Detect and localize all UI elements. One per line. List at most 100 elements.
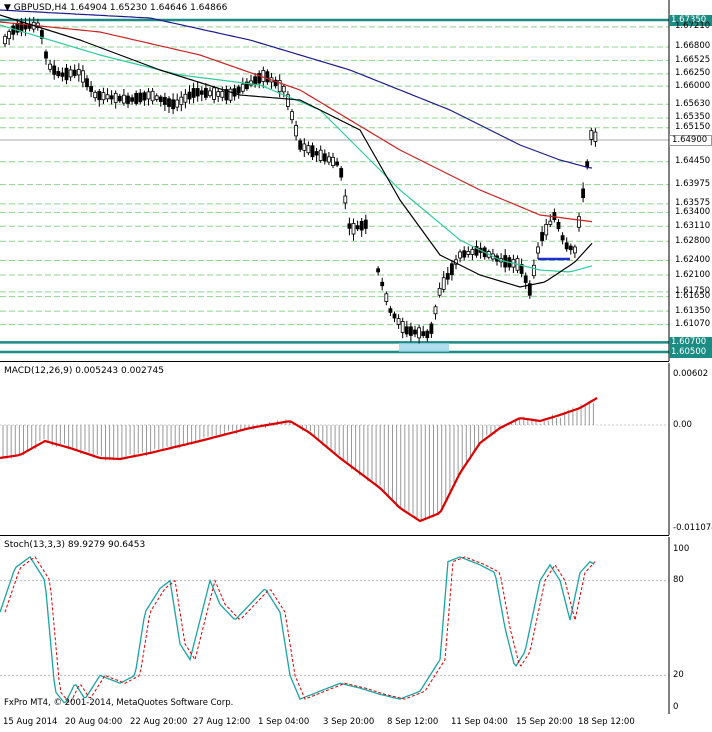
candle-body (339, 168, 344, 178)
candle-body (72, 69, 77, 76)
macd-signal-line (0, 397, 598, 523)
stochastic-canvas[interactable] (0, 537, 712, 714)
candle-body (7, 31, 11, 39)
candle-body (109, 95, 114, 100)
candle-body (322, 153, 327, 162)
candle-body (265, 71, 270, 83)
candle-body (150, 90, 155, 102)
candle-body (48, 63, 52, 70)
stochastic-label: Stoch(13,3,3) 89.9279 90.6453 (4, 540, 146, 550)
candle-body (359, 221, 364, 231)
macd-canvas[interactable] (0, 363, 712, 535)
price-tick-label: 1.63110 (675, 220, 711, 231)
candle-body (158, 96, 163, 103)
time-tick-label: 1 Sep 04:00 (258, 717, 310, 727)
candle-body (564, 242, 569, 250)
price-chart-pane[interactable]: ▼ GBPUSD,H4 1.64904 1.65230 1.64646 1.64… (0, 0, 712, 361)
price-tick-label: 1.62400 (675, 255, 711, 266)
candle-body (335, 161, 340, 166)
candle-body (417, 327, 422, 339)
pane-separator[interactable] (0, 535, 669, 536)
candle-body (400, 321, 405, 333)
candle-body (294, 125, 299, 137)
moving-average-green (0, 24, 593, 273)
price-tick-label: 1.65630 (675, 98, 711, 109)
candle-body (179, 96, 184, 106)
candle-body (429, 323, 434, 334)
candle-body (52, 65, 57, 75)
candle-body (162, 97, 167, 105)
candle-body (404, 326, 409, 335)
stochastic-tick-label: 20 (673, 669, 684, 680)
time-tick-label: 3 Sep 20:00 (323, 717, 375, 727)
candle-body (536, 246, 540, 254)
copyright-text: FxPro MT4, © 2001-2014, MetaQuotes Softw… (4, 698, 234, 708)
candle-body (68, 69, 73, 78)
candle-body (113, 93, 118, 103)
candle-body (126, 95, 130, 104)
candle-body (540, 232, 544, 241)
candle-body (240, 83, 245, 92)
candle-body (290, 111, 294, 121)
candle-body (314, 151, 319, 156)
candle-body (396, 318, 401, 325)
candle-body (331, 156, 335, 167)
candle-body (253, 76, 258, 85)
candle-body (585, 161, 590, 168)
candle-body (105, 94, 110, 100)
candle-body (433, 306, 438, 315)
price-tick-label: 1.64450 (675, 156, 711, 167)
candle-body (154, 95, 159, 100)
candle-body (548, 220, 553, 225)
candle-body (441, 277, 446, 290)
candle-body (347, 223, 352, 229)
stochastic-signal-line (4, 556, 596, 704)
ohlc-values: 1.64904 1.65230 1.64646 1.64866 (69, 3, 228, 13)
candle-body (298, 140, 303, 150)
candle-body (191, 88, 196, 98)
macd-tick-label: -0.011074 (673, 523, 712, 533)
price-tick-label: 1.62800 (675, 235, 711, 246)
candle-body (556, 221, 561, 230)
candle-body (318, 149, 323, 161)
stochastic-pane[interactable]: Stoch(13,3,3) 89.9279 90.6453 100 80 20 0 (0, 537, 712, 714)
candle-body (560, 235, 565, 241)
time-axis: 15 Aug 2014 20 Aug 04:00 22 Aug 20:00 27 Au… (0, 714, 712, 732)
price-tick-label: 1.66800 (675, 41, 711, 52)
time-tick-label: 15 Aug 2014 (3, 717, 58, 727)
candle-body (187, 91, 192, 100)
time-tick-label: 20 Aug 04:00 (65, 717, 123, 727)
price-tick-label: 1.64900 (669, 134, 712, 146)
pane-separator[interactable] (0, 361, 669, 362)
symbol-label: GBPUSD,H4 (13, 3, 67, 13)
candle-body (470, 248, 475, 255)
candle-body (581, 188, 585, 199)
price-tick-label: 1.60500 (669, 346, 712, 358)
price-tick-label: 1.61650 (675, 291, 711, 302)
candle-body (171, 99, 176, 110)
stochastic-tick-label: 80 (673, 575, 684, 586)
candle-body (376, 268, 381, 273)
price-tick-label: 1.62100 (675, 269, 711, 280)
candle-body (183, 93, 188, 103)
candle-body (532, 264, 536, 277)
candle-body (220, 91, 225, 98)
candle-body (306, 145, 311, 154)
price-tick-label: 1.61070 (675, 319, 711, 330)
candle-body (93, 91, 98, 99)
candle-body (85, 78, 89, 88)
candle-body (212, 87, 217, 100)
candle-body (97, 91, 102, 101)
price-tick-label: 1.65150 (675, 122, 711, 133)
candle-body (11, 25, 16, 35)
support-zone-box (399, 343, 449, 352)
candle-body (573, 246, 577, 254)
candle-body (142, 92, 147, 101)
dropdown-triangle-icon[interactable]: ▼ (4, 3, 11, 13)
price-tick-label: 1.63975 (675, 179, 711, 190)
candle-body (60, 72, 65, 77)
moving-average-black (0, 14, 593, 288)
time-tick-label: 18 Sep 12:00 (578, 717, 635, 727)
macd-pane[interactable]: MACD(12,26,9) 0.005243 0.002745 0.00602 0… (0, 363, 712, 535)
price-chart-canvas[interactable] (0, 0, 712, 361)
